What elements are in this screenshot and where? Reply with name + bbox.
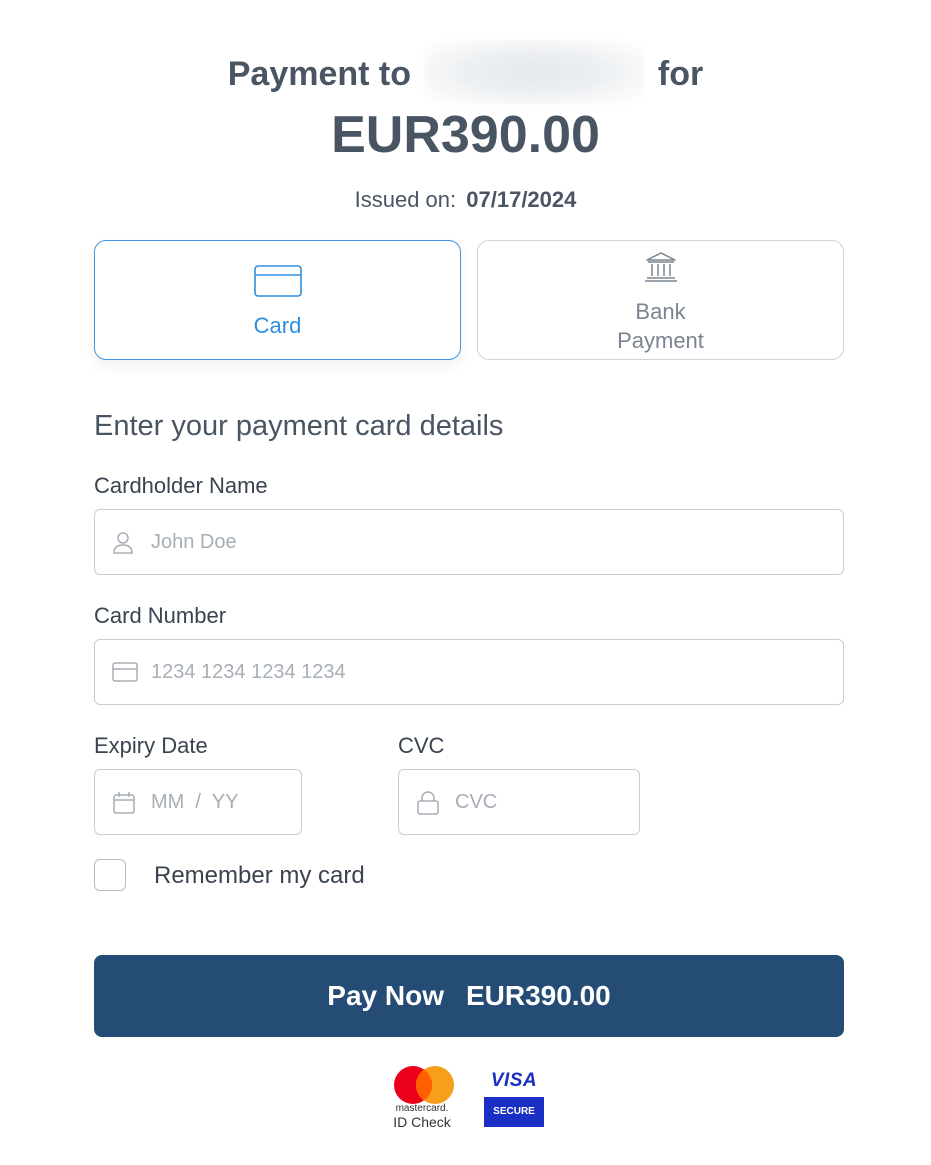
cvc-label: CVC bbox=[398, 733, 445, 758]
calendar-icon bbox=[112, 791, 136, 820]
pay-now-button[interactable]: Pay Now EUR390.00 bbox=[94, 955, 844, 1037]
cvc-input[interactable] bbox=[455, 770, 625, 834]
section-title: Enter your payment card details bbox=[94, 410, 504, 442]
expiry-date-field-box bbox=[94, 769, 302, 835]
visa-secure-badge: SECURE bbox=[484, 1097, 544, 1127]
pay-now-amount: EUR390.00 bbox=[465, 980, 611, 1011]
issued-label: Issued on: bbox=[354, 187, 457, 212]
credit-card-icon bbox=[253, 265, 302, 302]
cardholder-name-input[interactable] bbox=[151, 510, 821, 574]
card-number-field-box bbox=[94, 639, 844, 705]
user-icon bbox=[112, 531, 134, 560]
mastercard-id-check-label: ID Check bbox=[393, 1114, 451, 1130]
card-method-tab[interactable]: Card bbox=[94, 240, 461, 360]
card-number-input[interactable] bbox=[151, 640, 821, 704]
cvc-field-box bbox=[398, 769, 640, 835]
payment-title: Payment to for bbox=[0, 40, 931, 104]
card-number-label: Card Number bbox=[94, 603, 227, 628]
pay-now-label: Pay Now bbox=[327, 980, 444, 1011]
remember-card-label: Remember my card bbox=[154, 862, 365, 889]
title-suffix: for bbox=[657, 54, 704, 93]
payment-amount: EUR390.00 bbox=[331, 106, 600, 164]
bank-label-line2: Payment bbox=[617, 328, 704, 353]
issued-date: 07/17/2024 bbox=[466, 187, 577, 212]
bank-label-line1: Bank bbox=[635, 299, 686, 324]
expiry-date-input[interactable] bbox=[151, 770, 291, 834]
remember-card-checkbox[interactable] bbox=[94, 859, 126, 891]
bank-method-label: Bank Payment bbox=[478, 297, 843, 355]
bank-payment-method-tab[interactable]: Bank Payment bbox=[477, 240, 844, 360]
issued-date-line: Issued on: 07/17/2024 bbox=[0, 185, 931, 215]
cardholder-name-label: Cardholder Name bbox=[94, 473, 268, 498]
bank-icon bbox=[644, 251, 678, 288]
card-icon bbox=[112, 661, 138, 688]
redacted-merchant-name bbox=[424, 40, 645, 104]
expiry-date-label: Expiry Date bbox=[94, 733, 208, 758]
card-method-label: Card bbox=[253, 313, 302, 338]
lock-icon bbox=[416, 791, 440, 820]
cardholder-name-field-box bbox=[94, 509, 844, 575]
title-prefix: Payment to bbox=[227, 54, 412, 93]
visa-wordmark: VISA bbox=[490, 1070, 538, 1091]
